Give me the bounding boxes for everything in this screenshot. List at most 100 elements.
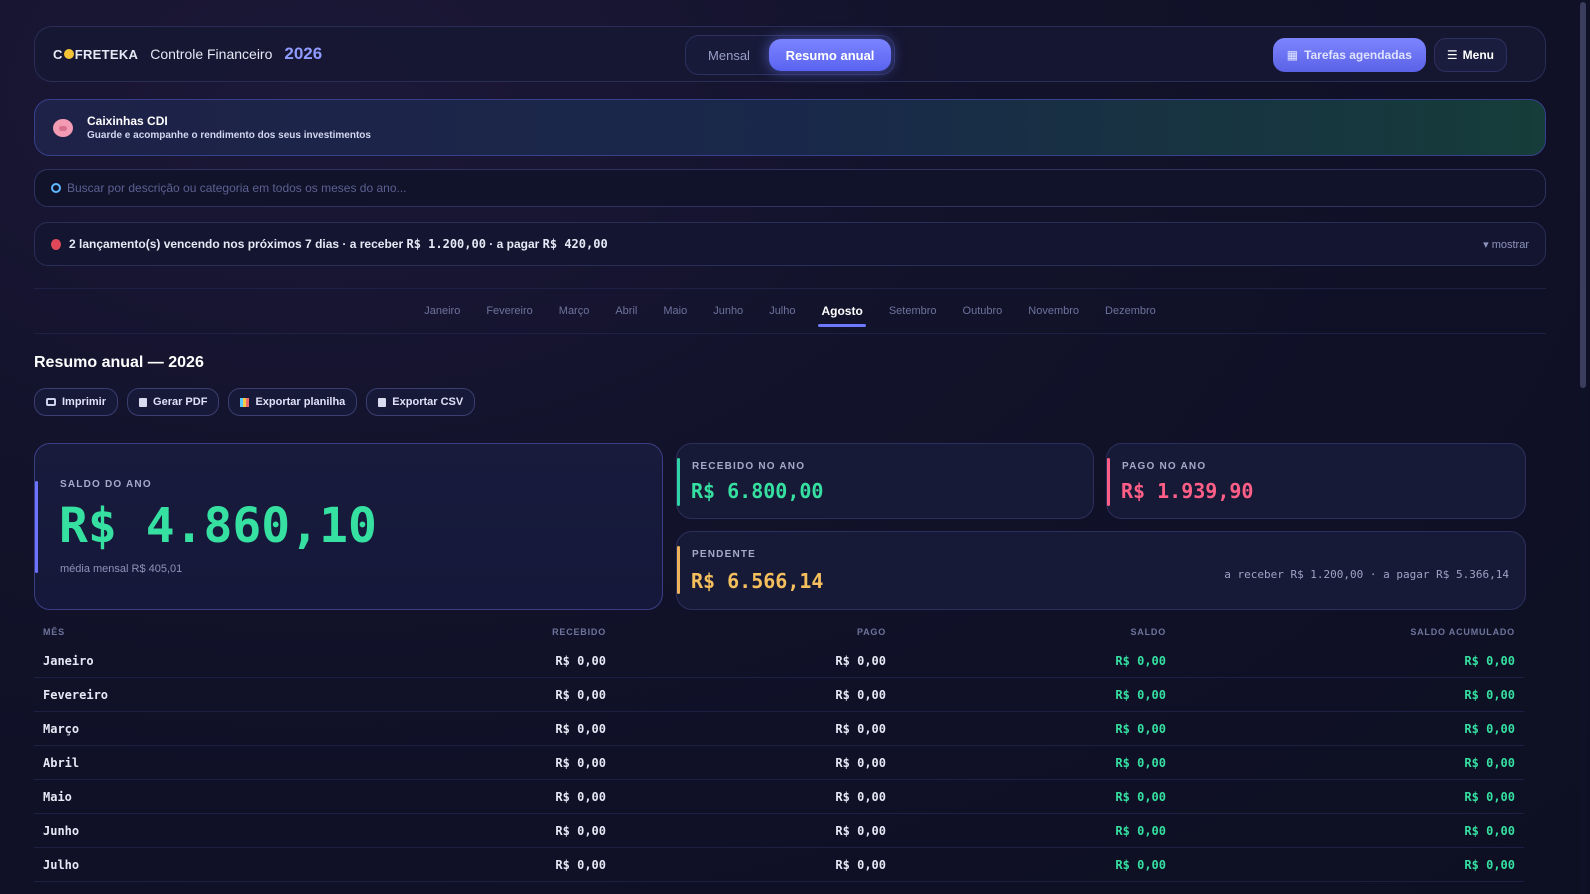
tab-month-2[interactable]: Fevereiro <box>473 305 545 317</box>
received-label: RECEBIDO NO ANO <box>692 461 806 472</box>
table-row[interactable]: Maio R$ 0,00 R$ 0,00 R$ 0,00 R$ 0,00 <box>34 780 1524 814</box>
tab-resumo-anual[interactable]: Resumo anual <box>769 39 891 71</box>
table-row[interactable]: Janeiro R$ 0,00 R$ 0,00 R$ 0,00 R$ 0,00 <box>34 644 1524 678</box>
tab-month-7[interactable]: Julho <box>756 305 808 317</box>
cell-saldo: R$ 0,00 <box>1115 653 1166 668</box>
col-acumulado: SALDO ACUMULADO <box>1410 627 1515 637</box>
cell-recebido: R$ 0,00 <box>555 653 606 668</box>
cell-pago: R$ 0,00 <box>835 687 886 702</box>
cell-acumulado: R$ 0,00 <box>1464 721 1515 736</box>
bar-chart-icon <box>240 397 250 407</box>
print-button[interactable]: Imprimir <box>34 388 119 416</box>
table-row[interactable]: Julho R$ 0,00 R$ 0,00 R$ 0,00 R$ 0,00 <box>34 848 1524 882</box>
cell-saldo: R$ 0,00 <box>1115 721 1166 736</box>
alert-receive-amount: R$ 1.200,00 <box>406 237 486 251</box>
tab-month-11[interactable]: Novembro <box>1015 305 1092 317</box>
cell-pago: R$ 0,00 <box>835 857 886 872</box>
tab-month-9[interactable]: Setembro <box>876 305 950 317</box>
scrollbar-thumb[interactable] <box>1580 2 1586 388</box>
tab-mensal[interactable]: Mensal <box>689 39 769 71</box>
cell-recebido: R$ 0,00 <box>555 755 606 770</box>
col-saldo: SALDO <box>1130 627 1166 637</box>
year-label: 2026 <box>284 44 323 63</box>
card-accent <box>35 481 38 573</box>
document-icon <box>139 397 148 407</box>
cell-mes: Janeiro <box>43 653 94 668</box>
year-balance-label: SALDO DO ANO <box>60 479 152 490</box>
app-header: C FRETEKA Controle Financeiro 2026 Mensa… <box>34 26 1546 82</box>
received-card: RECEBIDO NO ANO R$ 6.800,00 <box>676 443 1094 519</box>
export-csv-button[interactable]: Exportar CSV <box>366 388 476 416</box>
cell-mes: Março <box>43 721 80 736</box>
alarm-clock-icon <box>51 238 61 250</box>
cell-mes: Abril <box>43 755 80 770</box>
menu-button[interactable]: ☰ Menu <box>1433 38 1507 72</box>
cell-acumulado: R$ 0,00 <box>1464 789 1515 804</box>
tab-month-8[interactable]: Agosto <box>808 304 875 327</box>
cell-acumulado: R$ 0,00 <box>1464 687 1515 702</box>
tab-month-10[interactable]: Outubro <box>950 305 1016 317</box>
cdi-banner[interactable]: Caixinhas CDI Guarde e acompanhe o rendi… <box>34 99 1546 156</box>
header-actions: ▦ Tarefas agendadas ☰ Menu <box>1272 38 1507 72</box>
tab-month-6[interactable]: Junho <box>700 305 756 317</box>
scheduled-tasks-button[interactable]: ▦ Tarefas agendadas <box>1272 38 1426 72</box>
cell-mes: Julho <box>43 857 80 872</box>
cell-pago: R$ 0,00 <box>835 789 886 804</box>
app-title: Controle Financeiro <box>150 46 273 62</box>
cell-recebido: R$ 0,00 <box>555 721 606 736</box>
export-sheet-button[interactable]: Exportar planilha <box>228 388 358 416</box>
pending-label: PENDENTE <box>692 549 757 560</box>
paid-value: R$ 1.939,90 <box>1121 479 1254 503</box>
cell-acumulado: R$ 0,00 <box>1464 823 1515 838</box>
view-toggle: Mensal Resumo anual <box>685 35 895 75</box>
cell-acumulado: R$ 0,00 <box>1464 857 1515 872</box>
menu-label: Menu <box>1462 48 1494 62</box>
search-input[interactable] <box>67 181 1467 195</box>
tab-month-5[interactable]: Maio <box>650 305 700 317</box>
tab-month-1[interactable]: Janeiro <box>411 305 473 317</box>
cell-recebido: R$ 0,00 <box>555 857 606 872</box>
table-body: Janeiro R$ 0,00 R$ 0,00 R$ 0,00 R$ 0,00 Fever… <box>34 644 1524 882</box>
table-row[interactable]: Março R$ 0,00 R$ 0,00 R$ 0,00 R$ 0,00 <box>34 712 1524 746</box>
alert-mid: · a pagar <box>489 237 540 251</box>
cell-mes: Maio <box>43 789 72 804</box>
cell-saldo: R$ 0,00 <box>1115 857 1166 872</box>
col-mes: MÊS <box>43 627 65 637</box>
cell-recebido: R$ 0,00 <box>555 823 606 838</box>
search-bar <box>34 169 1546 207</box>
calendar-icon: ▦ <box>1286 48 1299 62</box>
tab-month-3[interactable]: Março <box>546 305 603 317</box>
tab-month-12[interactable]: Dezembro <box>1092 305 1169 317</box>
logo[interactable]: C FRETEKA <box>53 47 138 62</box>
cell-pago: R$ 0,00 <box>835 653 886 668</box>
cell-recebido: R$ 0,00 <box>555 789 606 804</box>
cell-pago: R$ 0,00 <box>835 823 886 838</box>
card-accent <box>677 546 680 594</box>
printer-icon <box>46 398 56 406</box>
monthly-average: média mensal R$ 405,01 <box>60 563 183 575</box>
hamburger-icon: ☰ <box>1446 48 1458 62</box>
card-accent <box>677 458 680 506</box>
pdf-label: Gerar PDF <box>153 396 208 408</box>
cell-saldo: R$ 0,00 <box>1115 823 1166 838</box>
brand: C FRETEKA Controle Financeiro 2026 <box>53 44 322 64</box>
alert-prefix: 2 lançamento(s) vencendo nos próximos 7 … <box>69 237 404 251</box>
show-toggle[interactable]: ▾ mostrar <box>1483 238 1529 251</box>
generate-pdf-button[interactable]: Gerar PDF <box>127 388 220 416</box>
table-row[interactable]: Abril R$ 0,00 R$ 0,00 R$ 0,00 R$ 0,00 <box>34 746 1524 780</box>
table-row[interactable]: Fevereiro R$ 0,00 R$ 0,00 R$ 0,00 R$ 0,00 <box>34 678 1524 712</box>
cell-mes: Fevereiro <box>43 687 109 702</box>
table-row[interactable]: Junho R$ 0,00 R$ 0,00 R$ 0,00 R$ 0,00 <box>34 814 1524 848</box>
pending-card: PENDENTE R$ 6.566,14 a receber R$ 1.200,… <box>676 531 1526 610</box>
tab-month-4[interactable]: Abril <box>602 305 650 317</box>
cell-saldo: R$ 0,00 <box>1115 687 1166 702</box>
year-balance-value: R$ 4.860,10 <box>59 498 377 554</box>
piggy-bank-icon <box>53 118 73 137</box>
cell-saldo: R$ 0,00 <box>1115 755 1166 770</box>
sheet-label: Exportar planilha <box>255 396 346 408</box>
banner-title: Caixinhas CDI <box>87 114 168 128</box>
banner-text: Caixinhas CDI Guarde e acompanhe o rendi… <box>87 114 371 141</box>
cell-saldo: R$ 0,00 <box>1115 789 1166 804</box>
logo-suffix: FRETEKA <box>74 46 139 62</box>
print-label: Imprimir <box>62 396 107 408</box>
